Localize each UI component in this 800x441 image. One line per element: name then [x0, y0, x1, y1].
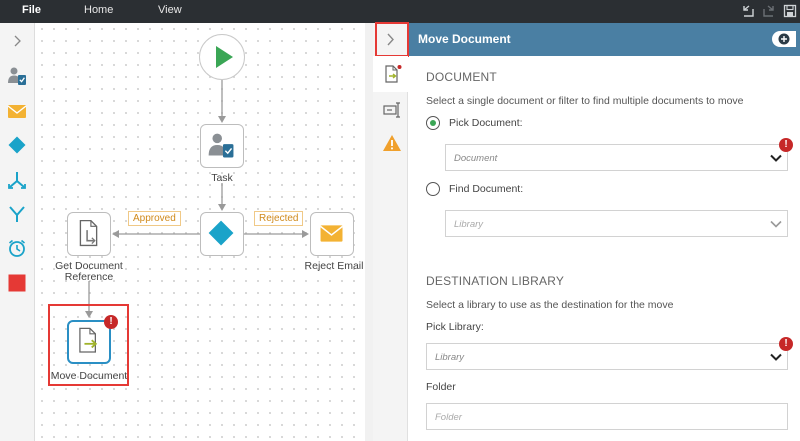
panel-toggle-highlight — [375, 22, 409, 57]
expand-toolbox-icon[interactable] — [8, 32, 26, 50]
task-node-label: Task — [211, 172, 233, 184]
condition-approved[interactable]: Approved — [128, 211, 181, 226]
panel-add-button[interactable] — [772, 31, 796, 47]
chevron-down-icon — [770, 154, 782, 162]
tab-input-mapping-icon[interactable] — [382, 100, 402, 120]
pick-document-error-icon: ! — [779, 138, 793, 152]
get-document-reference-label-line2: Reference — [64, 271, 114, 283]
panel-body: DOCUMENT Select a single document or fil… — [409, 56, 800, 441]
timer-icon[interactable] — [7, 238, 27, 258]
move-document-node[interactable] — [67, 320, 111, 364]
stop-icon[interactable] — [7, 273, 27, 293]
undo-icon[interactable] — [741, 4, 755, 18]
find-document-placeholder: Library — [454, 219, 484, 230]
menu-file[interactable]: File — [22, 4, 41, 16]
folder-input[interactable]: Folder — [426, 403, 788, 430]
get-document-reference-node[interactable] — [67, 212, 111, 256]
tab-properties-icon[interactable] — [382, 64, 402, 84]
folder-placeholder: Folder — [435, 412, 462, 423]
find-document-select[interactable]: Library — [445, 210, 788, 237]
diamond-icon — [208, 220, 234, 246]
find-document-radio[interactable] — [426, 182, 440, 196]
pick-document-radio[interactable] — [426, 116, 440, 130]
add-icon — [778, 33, 790, 45]
start-node[interactable] — [199, 34, 245, 80]
toolbox — [0, 23, 35, 441]
tab-warnings-icon[interactable] — [382, 133, 402, 153]
email-icon — [320, 225, 343, 242]
move-document-label: Move Document — [50, 370, 128, 382]
panel-title: Move Document — [418, 32, 511, 46]
pick-library-label: Pick Library: — [426, 321, 484, 333]
save-icon[interactable] — [783, 4, 797, 18]
document-reference-icon — [79, 219, 98, 247]
menu-bar: File Home View — [0, 0, 800, 23]
pick-library-placeholder: Library — [435, 352, 465, 363]
move-document-error-icon: ! — [104, 315, 118, 329]
condition-rejected[interactable]: Rejected — [254, 211, 304, 226]
task-node[interactable] — [200, 124, 244, 168]
chevron-down-icon — [770, 220, 782, 228]
reject-email-node[interactable] — [310, 212, 354, 256]
split-icon[interactable] — [7, 170, 27, 190]
pick-library-select[interactable]: Library — [426, 343, 788, 370]
chevron-down-icon — [770, 353, 782, 361]
redo-icon[interactable] — [762, 4, 776, 18]
document-section-title: DOCUMENT — [426, 70, 497, 84]
menu-view[interactable]: View — [158, 4, 182, 16]
panel-header: Move Document — [409, 23, 800, 56]
folder-label: Folder — [426, 381, 456, 393]
canvas-scrollbar[interactable] — [365, 23, 373, 441]
find-document-label: Find Document: — [449, 183, 524, 195]
pick-document-label: Pick Document: — [449, 117, 523, 129]
workflow-canvas[interactable]: Task Approved Rejected Get Document Refe… — [36, 23, 373, 441]
task-icon — [208, 133, 234, 158]
menu-home[interactable]: Home — [84, 4, 113, 16]
play-icon — [216, 46, 233, 68]
destination-section-title: DESTINATION LIBRARY — [426, 274, 565, 288]
pick-document-select[interactable]: Document — [445, 144, 788, 171]
document-section-description: Select a single document or filter to fi… — [426, 95, 744, 107]
panel-tabs — [373, 56, 408, 441]
decision-icon[interactable] — [7, 135, 27, 155]
pick-library-error-icon: ! — [779, 337, 793, 351]
destination-section-description: Select a library to use as the destinati… — [426, 299, 674, 311]
task-icon[interactable] — [7, 66, 27, 86]
merge-icon[interactable] — [7, 204, 27, 224]
decision-node[interactable] — [200, 212, 244, 256]
pick-document-placeholder: Document — [454, 153, 498, 164]
reject-email-label: Reject Email — [304, 260, 364, 272]
move-document-icon — [79, 327, 98, 353]
email-icon[interactable] — [7, 101, 27, 121]
